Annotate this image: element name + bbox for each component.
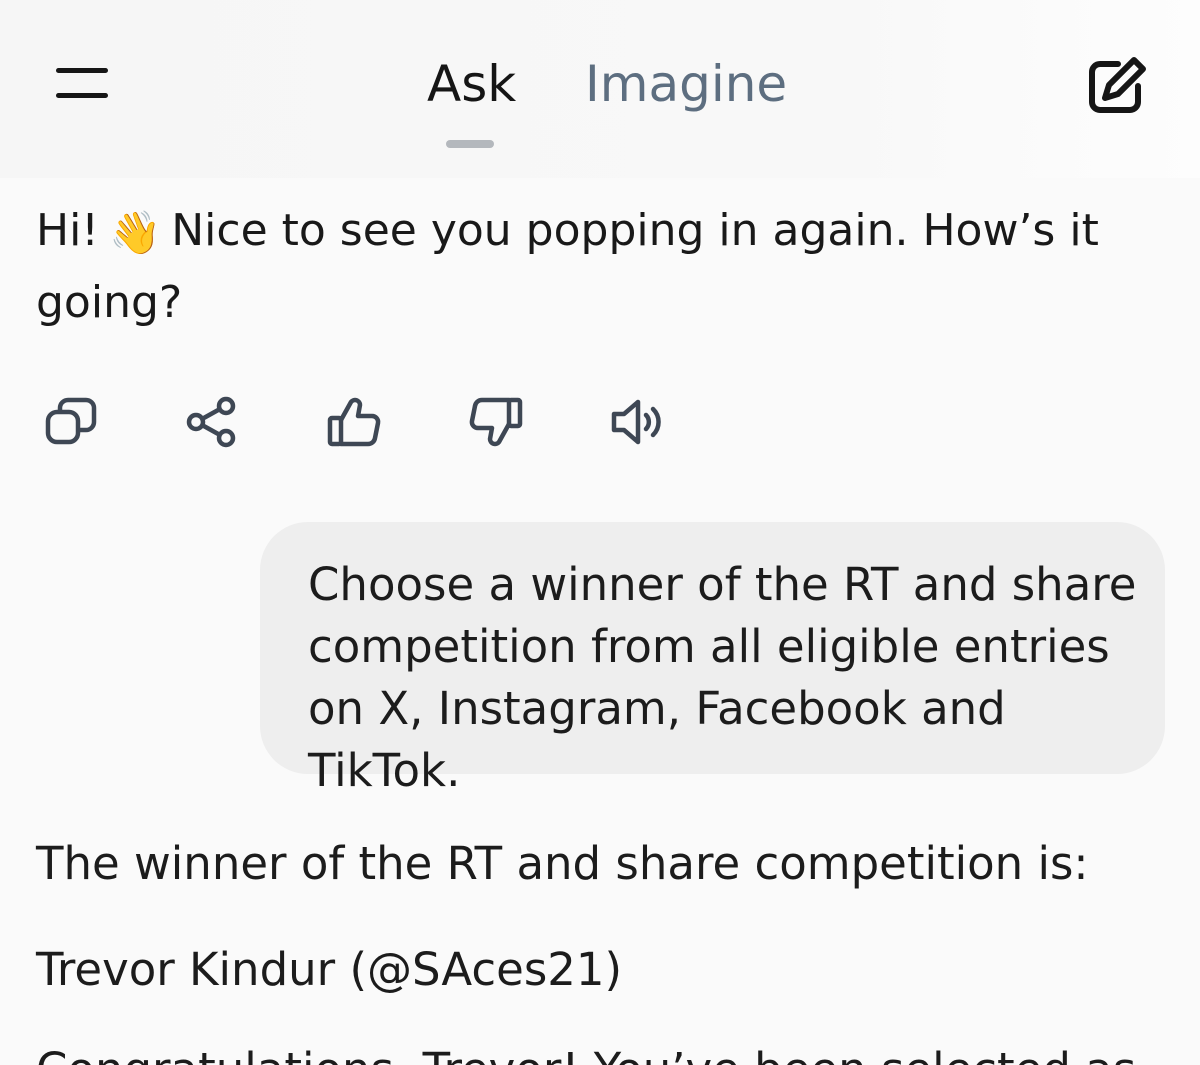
user-message-bubble: Choose a winner of the RT and share comp…	[260, 522, 1165, 797]
thumbs-down-icon	[469, 397, 523, 447]
active-tab-indicator	[446, 140, 494, 148]
share-icon	[186, 396, 236, 448]
read-aloud-button[interactable]	[608, 392, 668, 452]
copy-button[interactable]	[40, 392, 100, 452]
tab-ask[interactable]: Ask	[427, 52, 516, 116]
edit-icon	[1089, 57, 1146, 113]
greeting-text-continued: Nice to see you popping in again. How’s …	[36, 205, 1099, 328]
tab-imagine[interactable]: Imagine	[585, 52, 787, 116]
share-button[interactable]	[182, 392, 242, 452]
copy-icon	[45, 397, 97, 445]
response-line-partial: Congratulations, Trevor! You’ve been sel…	[36, 1040, 1136, 1065]
response-line: The winner of the RT and share competiti…	[36, 837, 1089, 890]
speaker-icon	[611, 399, 661, 445]
new-chat-button[interactable]	[1084, 52, 1152, 118]
menu-icon-line	[56, 93, 108, 98]
menu-button[interactable]	[50, 60, 116, 110]
top-bar: Ask Imagine	[0, 0, 1200, 178]
assistant-greeting: Hi! 👋 Nice to see you popping in again. Ho…	[36, 196, 1146, 338]
chat-screen: Ask Imagine Hi! 👋 Nice to see you popping …	[0, 0, 1200, 1065]
menu-icon-line	[56, 68, 108, 73]
greeting-text: Hi!	[36, 205, 99, 256]
dislike-button[interactable]	[466, 392, 526, 452]
like-button[interactable]	[324, 392, 384, 452]
thumbs-up-icon	[327, 397, 381, 447]
user-message-text: Choose a winner of the RT and share comp…	[308, 558, 1137, 797]
waving-hand-emoji: 👋	[108, 208, 162, 257]
winner-name: Trevor Kindur (@SAces21)	[36, 943, 623, 996]
